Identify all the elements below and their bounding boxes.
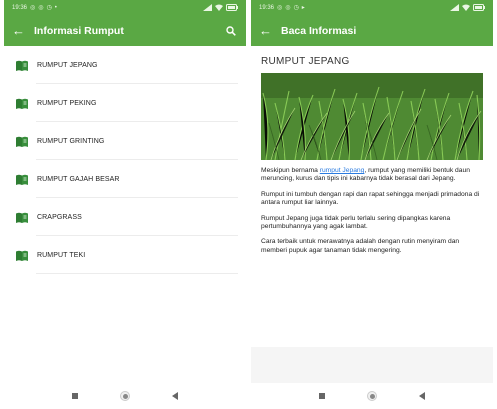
list-item-label: RUMPUT GRINTING [37,137,105,145]
notification-icon: ◎ [277,4,283,11]
notification-icon: ◎ [30,4,36,11]
list-item[interactable]: RUMPUT GAJAH BESAR [4,160,246,198]
recents-button[interactable] [72,393,78,399]
status-bar: 19:36 ◎ ◎ ◷ • [4,0,246,15]
article-paragraph: Cara terbaik untuk merawatnya adalah den… [261,238,460,254]
phone-screen-detail: 19:36 ◎ ◎ ◷ ▸ ← Baca Informasi RUMPUT JE… [251,0,493,409]
app-bar-title: Informasi Rumput [34,24,124,37]
search-icon [226,25,236,36]
list-item-label: CRAPGRASS [37,213,82,221]
recents-button[interactable] [319,393,325,399]
grass-photo [261,73,483,160]
article-paragraph: Meskipun bernama rumput Jepang, rumput y… [261,167,483,184]
home-icon [369,393,375,399]
wifi-icon [462,4,470,11]
list-item-label: RUMPUT GAJAH BESAR [37,175,120,183]
article-paragraph: Rumput Jepang juga tidak perlu terlalu s… [261,214,451,231]
status-time: 19:36 [12,4,28,11]
book-icon [16,60,28,71]
list-item-label: RUMPUT TEKI [37,251,86,259]
home-icon [122,393,128,399]
book-icon [16,136,28,147]
notification-icon: ◎ [38,4,44,11]
home-button[interactable] [120,391,130,401]
rumput-jepang-link[interactable]: rumput Jepang [320,167,365,174]
notification-icon: ◷ [293,4,299,11]
system-back-button[interactable] [419,392,425,400]
system-nav-bar [4,383,246,409]
book-icon [16,250,28,261]
list-item-label: RUMPUT JEPANG [37,61,98,69]
list-item[interactable]: RUMPUT TEKI [4,236,246,274]
book-icon [16,98,28,109]
list-item-label: RUMPUT PEKING [37,99,97,107]
signal-icon [450,4,459,11]
battery-icon [226,4,238,11]
app-bar: ← Baca Informasi [251,15,493,46]
notification-icon: ◷ [46,4,52,11]
list-item[interactable]: RUMPUT JEPANG [4,46,246,84]
list-item[interactable]: CRAPGRASS [4,198,246,236]
notification-icon: ◎ [285,4,291,11]
content-footer-area [251,347,493,383]
system-back-button[interactable] [172,392,178,400]
book-icon [16,212,28,223]
wifi-icon [215,4,223,11]
signal-icon [203,4,212,11]
article-paragraph: Rumput ini tumbuh dengan rapi dan rapat … [261,190,480,207]
app-bar-title: Baca Informasi [281,24,357,37]
paragraph-text: Meskipun bernama [261,167,320,174]
back-button[interactable]: ← [259,24,281,37]
app-bar: ← Informasi Rumput [4,15,246,46]
status-bar: 19:36 ◎ ◎ ◷ ▸ [251,0,493,15]
system-nav-bar [251,383,493,409]
search-button[interactable] [224,24,238,38]
article-title: RUMPUT JEPANG [261,56,350,67]
book-icon [16,174,28,185]
home-button[interactable] [367,391,377,401]
phone-screen-list: 19:36 ◎ ◎ ◷ • ← Informasi Rumput RUMPUT … [4,0,246,409]
back-button[interactable]: ← [12,24,34,37]
list-item[interactable]: RUMPUT GRINTING [4,122,246,160]
list-item[interactable]: RUMPUT PEKING [4,84,246,122]
play-icon: ▸ [301,4,305,11]
grass-list: RUMPUT JEPANG RUMPUT PEKING RUMPUT GRINT… [4,46,246,274]
battery-icon [473,4,485,11]
grass-image [261,73,483,160]
status-time: 19:36 [259,4,275,11]
dot-icon: • [54,4,57,11]
article-content: RUMPUT JEPANG Meskipun bernama rumput Je… [251,46,493,255]
